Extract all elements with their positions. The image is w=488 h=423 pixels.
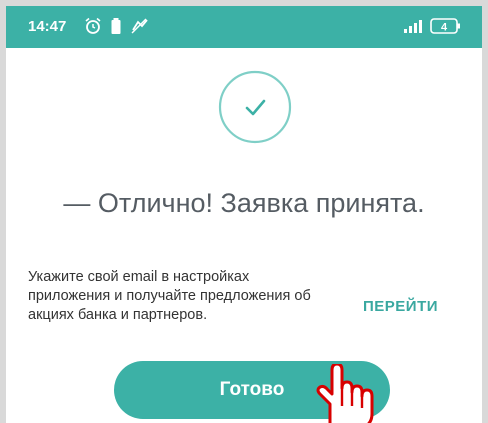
alarm-icon	[84, 17, 102, 40]
hand-pointer-icon	[306, 362, 386, 423]
signal-icon	[400, 17, 426, 40]
app-screen: 14:47 4 — Отлично! Заявка принята. Укажи…	[6, 6, 482, 423]
notification-icon	[130, 17, 150, 40]
battery-icon	[110, 17, 122, 40]
status-time: 14:47	[28, 18, 67, 35]
promo-description: Укажите свой email в настройках приложен…	[28, 269, 311, 323]
success-title: — Отлично! Заявка принята.	[63, 188, 425, 218]
checkmark-icon	[218, 70, 292, 144]
go-to-settings-link[interactable]: ПЕРЕЙТИ	[363, 298, 438, 315]
battery-level: 4	[441, 22, 448, 34]
success-checkmark	[218, 70, 292, 144]
status-bar: 14:47 4	[6, 6, 482, 48]
battery-indicator-icon: 4	[430, 17, 462, 40]
